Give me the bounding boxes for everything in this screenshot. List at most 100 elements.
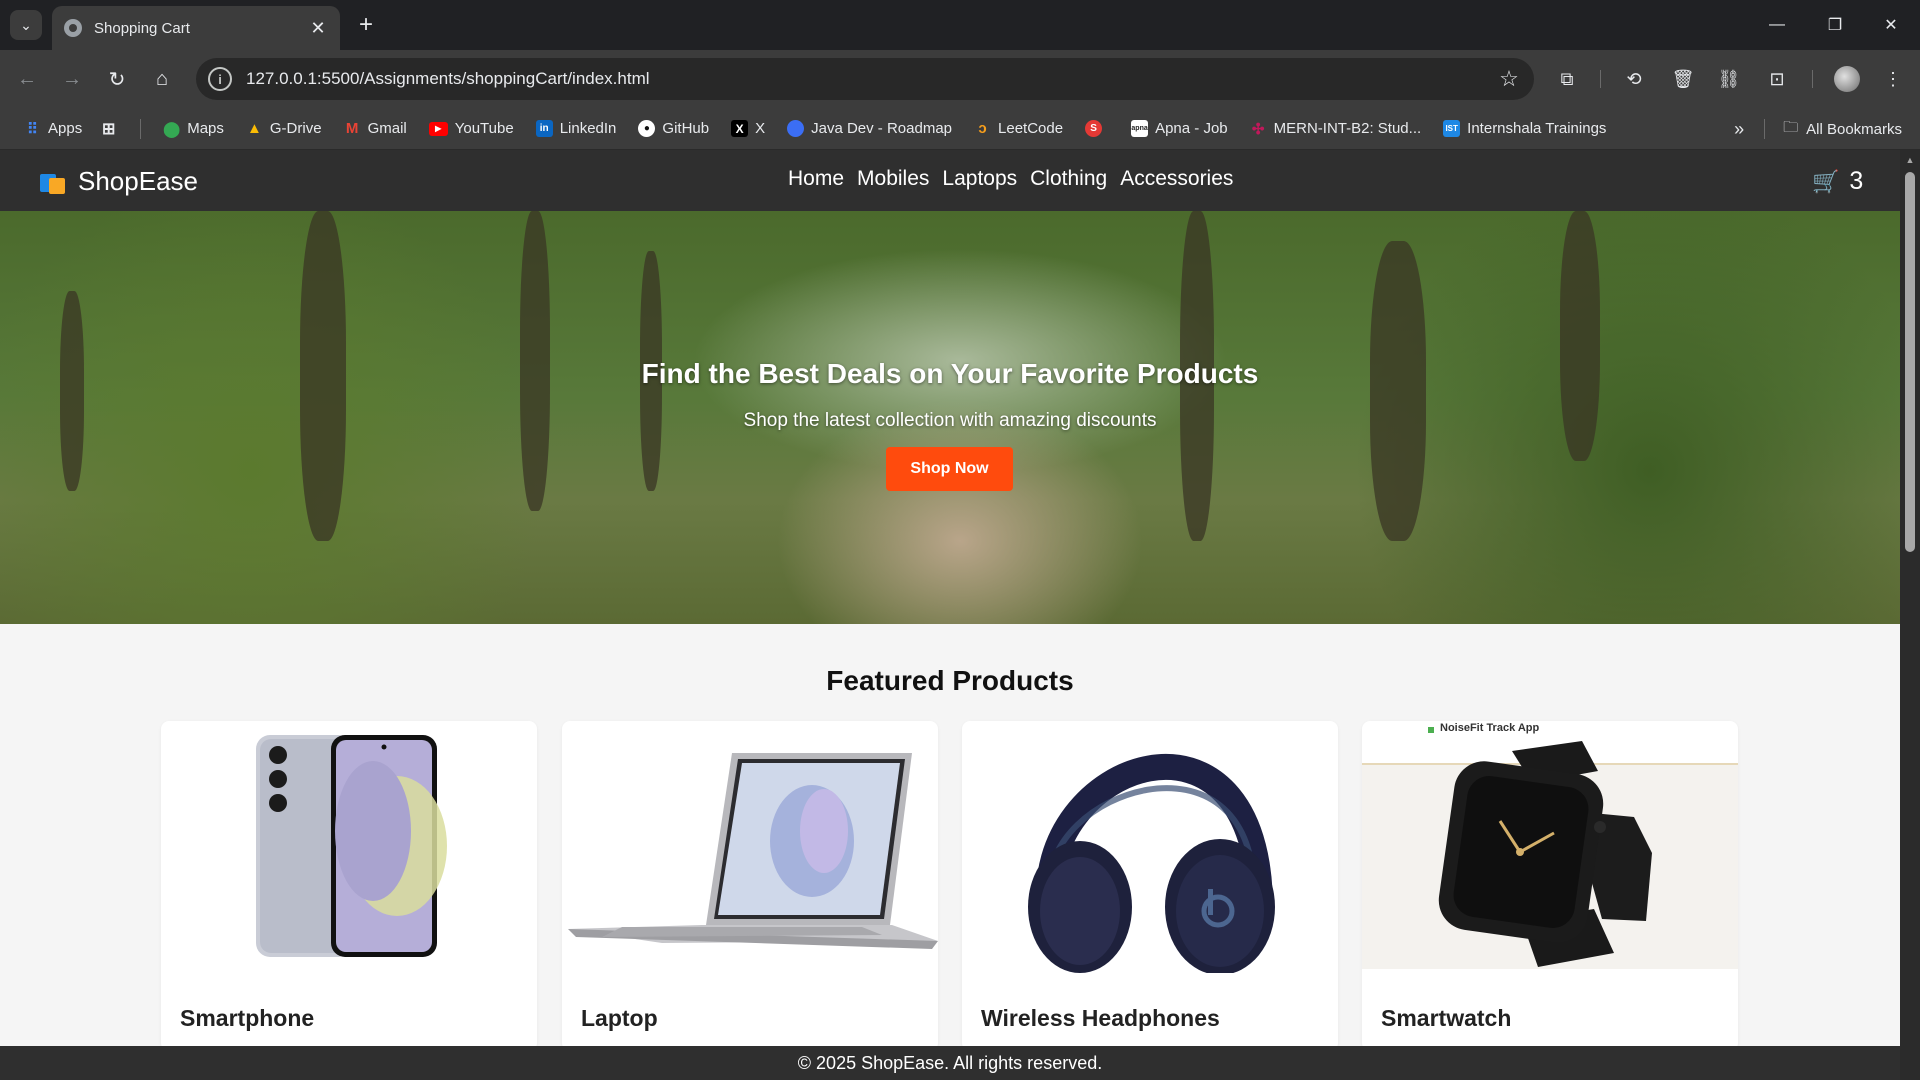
cart-count: 3 [1849, 167, 1864, 195]
brand-logo[interactable]: ShopEase [40, 166, 198, 197]
bookmarks-divider [1764, 119, 1766, 139]
bookmark-label: YouTube [454, 120, 514, 137]
linkedin-icon: in [535, 120, 553, 137]
cart-button[interactable]: 🛒 3 [1812, 167, 1863, 196]
site-footer: © 2025 ShopEase. All rights reserved. [0, 1046, 1900, 1080]
restore-icon[interactable]: ❐ [1806, 0, 1864, 50]
bookmark-star-icon[interactable]: ☆ [1494, 66, 1524, 92]
product-card[interactable]: Wireless Headphones [962, 721, 1338, 1051]
toolbar-divider [1600, 70, 1601, 88]
nav-home[interactable]: Home [788, 167, 844, 191]
shopping-bag-icon [40, 170, 66, 194]
bookmark-label: LinkedIn [559, 120, 617, 137]
address-bar[interactable]: i 127.0.0.1:5500/Assignments/shoppingCar… [196, 58, 1534, 100]
nav-laptops[interactable]: Laptops [942, 167, 1017, 191]
reload-icon[interactable]: ↻ [101, 63, 133, 95]
bookmark-s-logo[interactable]: S [1085, 120, 1109, 137]
nav-accessories[interactable]: Accessories [1120, 167, 1233, 191]
product-card[interactable]: Smartphone [161, 721, 537, 1051]
back-icon[interactable]: ← [11, 63, 43, 95]
nav-mobiles[interactable]: Mobiles [857, 167, 929, 191]
page-viewport: ShopEase Home Mobiles Laptops Clothing A… [0, 150, 1900, 1080]
tab-search-button[interactable]: ⌄ [10, 10, 42, 40]
bookmark-youtube[interactable]: ▶ YouTube [428, 120, 514, 137]
history-icon[interactable]: ⟲ [1621, 66, 1647, 92]
bookmark-label: Internshala Trainings [1467, 120, 1607, 137]
leetcode-icon: ↄ [978, 120, 987, 137]
link-icon[interactable]: ⛓ [1716, 66, 1742, 92]
minimize-icon[interactable]: — [1748, 0, 1806, 50]
chat-bubble-icon [787, 120, 805, 137]
bookmark-apps[interactable]: ⠿ Apps [24, 120, 83, 138]
menu-kebab-icon[interactable]: ⋮ [1880, 66, 1906, 92]
shop-now-button[interactable]: Shop Now [886, 447, 1013, 491]
hero-subtitle: Shop the latest collection with amazing … [743, 410, 1157, 431]
scroll-up-icon[interactable]: ▲ [1904, 155, 1916, 165]
product-name: Wireless Headphones [981, 1005, 1220, 1031]
trash-icon[interactable]: 🗑 [1670, 66, 1696, 92]
nav-clothing[interactable]: Clothing [1030, 167, 1107, 191]
bookmark-apna[interactable]: apna Apna - Job [1131, 120, 1228, 137]
smartwatch-image [1362, 727, 1738, 969]
bookmark-label: Java Dev - Roadmap [811, 120, 953, 137]
product-card[interactable]: NoiseFit Track App Smartwatch [1362, 721, 1738, 1051]
bookmark-label: G-Drive [269, 120, 322, 137]
forward-icon[interactable]: → [56, 63, 88, 95]
close-window-icon[interactable]: ✕ [1862, 0, 1920, 50]
tab-groups-icon: ⊞ [102, 120, 116, 138]
scrollbar-thumb[interactable] [1905, 172, 1915, 552]
globe-icon [64, 19, 82, 37]
google-drive-icon: ▲ [246, 120, 262, 137]
smartphone-image [256, 735, 447, 957]
featured-products-title: Featured Products [826, 665, 1074, 696]
bookmark-linkedin[interactable]: in LinkedIn [535, 120, 617, 137]
bookmark-label: Gmail [367, 120, 407, 137]
maps-icon: ⬤ [163, 120, 181, 138]
bookmarks-bar: ⠿ Apps ⊞ ⬤ Maps ▲ G-Drive M Gmail ▶ YouT… [0, 108, 1920, 150]
tab-groups-button[interactable]: ⊞ [100, 120, 124, 138]
brand-name: ShopEase [78, 166, 198, 196]
url-text[interactable]: 127.0.0.1:5500/Assignments/shoppingCart/… [246, 69, 1494, 89]
bookmark-maps[interactable]: ⬤ Maps [163, 120, 224, 138]
bookmark-label: GitHub [662, 120, 710, 137]
toolbar-divider [1812, 70, 1813, 88]
product-name: Smartwatch [1381, 1005, 1512, 1031]
laptop-image [568, 753, 938, 949]
screenshot-icon[interactable]: ⊡ [1764, 66, 1790, 92]
hero-banner: Find the Best Deals on Your Favorite Pro… [0, 211, 1900, 624]
bookmark-gdrive[interactable]: ▲ G-Drive [246, 120, 322, 137]
bookmarks-right: » 🗀 All Bookmarks [1734, 108, 1902, 150]
apna-icon: apna [1131, 120, 1149, 137]
bookmark-github[interactable]: ● GitHub [638, 120, 709, 137]
main-nav: Home Mobiles Laptops Clothing Accessorie… [788, 167, 1246, 191]
site-info-icon[interactable]: i [208, 67, 232, 91]
home-icon[interactable]: ⌂ [146, 63, 178, 95]
page-scrollbar[interactable]: ▲ [1900, 150, 1920, 1080]
extensions-icon[interactable]: ⧉ [1554, 66, 1580, 92]
s-logo-icon: S [1085, 120, 1103, 137]
tab-title: Shopping Cart [94, 19, 190, 37]
folder-icon: 🗀 [1783, 118, 1799, 136]
product-card[interactable]: Laptop [562, 721, 938, 1051]
bookmark-leetcode[interactable]: ↄ LeetCode [974, 120, 1063, 137]
bookmark-gmail[interactable]: M Gmail [344, 120, 407, 137]
bookmark-java-roadmap[interactable]: Java Dev - Roadmap [787, 120, 952, 137]
internshala-icon: IST [1443, 120, 1461, 137]
bookmarks-divider [140, 118, 142, 139]
shopping-cart-icon: 🛒 [1812, 168, 1840, 194]
more-bookmarks-icon[interactable]: » [1734, 119, 1744, 140]
bookmark-label: Apna - Job [1155, 120, 1228, 137]
bookmark-label: MERN-INT-B2: Stud... [1273, 120, 1422, 137]
bookmark-internshala[interactable]: IST Internshala Trainings [1443, 120, 1606, 137]
new-tab-button[interactable]: + [352, 10, 380, 40]
bookmark-mern[interactable]: ✣ MERN-INT-B2: Stud... [1250, 120, 1422, 138]
active-tab[interactable]: Shopping Cart ✕ [52, 6, 340, 50]
x-icon: X [731, 120, 749, 137]
bookmark-label: Apps [48, 120, 83, 137]
close-tab-icon[interactable]: ✕ [308, 18, 328, 39]
browser-toolbar: ← → ↻ ⌂ i 127.0.0.1:5500/Assignments/sho… [0, 50, 1920, 108]
profile-avatar[interactable] [1834, 66, 1860, 92]
all-bookmarks-button[interactable]: All Bookmarks [1806, 121, 1902, 138]
bookmark-x[interactable]: X X [731, 120, 765, 137]
bookmark-label: LeetCode [998, 120, 1064, 137]
